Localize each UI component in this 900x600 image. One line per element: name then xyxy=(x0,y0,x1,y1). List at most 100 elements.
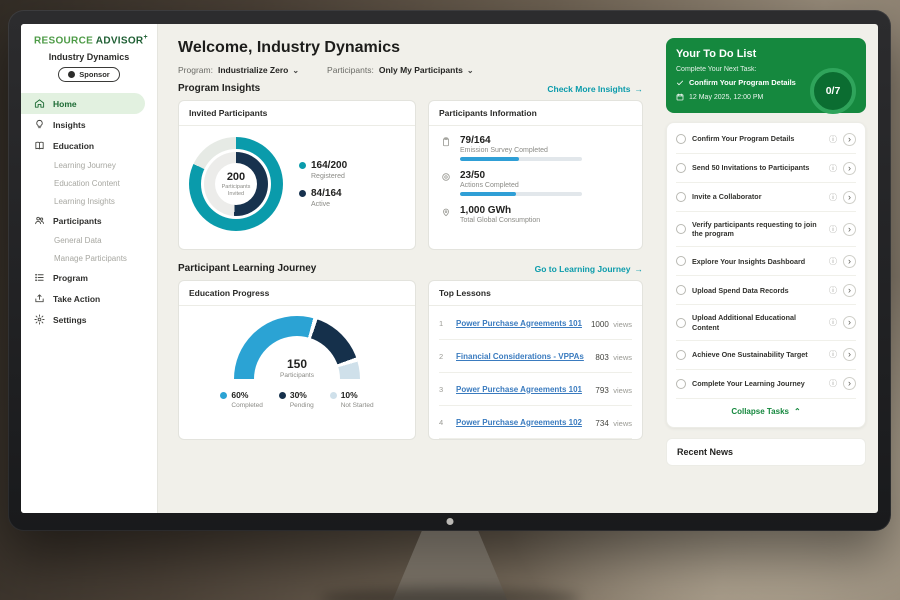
task-label: Verify participants requesting to join t… xyxy=(692,220,823,239)
chevron-right-icon[interactable]: › xyxy=(843,133,856,146)
sidebar-item-education-content[interactable]: Education Content xyxy=(21,174,157,192)
info-icon[interactable]: ⓘ xyxy=(829,349,837,360)
sidebar-item-education[interactable]: Education xyxy=(21,135,157,156)
info-icon[interactable]: ⓘ xyxy=(829,317,837,328)
lesson-views-word: views xyxy=(613,320,632,329)
todo-task[interactable]: Upload Additional Educational Content ⓘ … xyxy=(676,305,856,340)
arrow-right-icon: → xyxy=(635,264,644,274)
lesson-views-count: 734 xyxy=(595,419,608,428)
clipboard-icon xyxy=(441,137,451,147)
gauge-center-value: 150 xyxy=(287,357,307,371)
chevron-right-icon[interactable]: › xyxy=(843,191,856,204)
sidebar-item-insights[interactable]: Insights xyxy=(21,114,157,135)
todo-task[interactable]: Upload Spend Data Records ⓘ › xyxy=(676,276,856,305)
app-logo[interactable]: RESOURCE ADVISOR+ xyxy=(21,34,157,50)
todo-next-task[interactable]: Confirm Your Program Details xyxy=(676,78,806,87)
lesson-views-word: views xyxy=(613,386,632,395)
donut-center-value: 200 xyxy=(227,171,245,183)
todo-task[interactable]: Verify participants requesting to join t… xyxy=(676,212,856,247)
task-checkbox[interactable] xyxy=(676,192,686,202)
info-row-survey: 79/164 Emission Survey Completed xyxy=(441,135,630,161)
location-pin-icon xyxy=(441,207,451,217)
task-checkbox[interactable] xyxy=(676,163,686,173)
section-title: Program Insights xyxy=(178,83,260,94)
sidebar-item-learning-journey[interactable]: Learning Journey xyxy=(21,156,157,174)
todo-progress-value: 0/7 xyxy=(826,85,841,97)
donut-center: 200 Participants Invited xyxy=(215,163,257,205)
go-to-learning-journey-link[interactable]: Go to Learning Journey → xyxy=(535,264,643,274)
main-content: Welcome, Industry Dynamics Program: Indu… xyxy=(158,24,656,513)
sidebar-item-label: Home xyxy=(53,99,77,109)
task-label: Upload Additional Educational Content xyxy=(692,313,823,332)
todo-task[interactable]: Invite a Collaborator ⓘ › xyxy=(676,183,856,212)
info-icon[interactable]: ⓘ xyxy=(829,192,837,203)
info-icon[interactable]: ⓘ xyxy=(829,256,837,267)
task-checkbox[interactable] xyxy=(676,379,686,389)
card-title: Top Lessons xyxy=(429,281,642,306)
collapse-tasks-link[interactable]: Collapse Tasks ⌃ xyxy=(676,399,856,425)
info-icon[interactable]: ⓘ xyxy=(829,163,837,174)
todo-task[interactable]: Explore Your Insights Dashboard ⓘ › xyxy=(676,247,856,276)
sidebar-item-participants[interactable]: Participants xyxy=(21,210,157,231)
participants-filter-value: Only My Participants xyxy=(379,65,463,75)
info-icon[interactable]: ⓘ xyxy=(829,378,837,389)
calendar-icon xyxy=(676,93,684,101)
lesson-link[interactable]: Power Purchase Agreements 101 xyxy=(456,319,582,328)
sidebar-item-home[interactable]: Home xyxy=(21,93,145,114)
gauge-center-label: Participants xyxy=(280,372,314,379)
gear-icon xyxy=(34,314,45,325)
chevron-right-icon[interactable]: › xyxy=(843,377,856,390)
legend-dot xyxy=(299,162,306,169)
program-insights-section-header: Program Insights Check More Insights → xyxy=(178,83,643,94)
chevron-right-icon[interactable]: › xyxy=(843,255,856,268)
sidebar-item-program[interactable]: Program xyxy=(21,267,157,288)
lesson-link[interactable]: Power Purchase Agreements 101 xyxy=(456,385,586,394)
chevron-right-icon[interactable]: › xyxy=(843,223,856,236)
chevron-right-icon[interactable]: › xyxy=(843,284,856,297)
section-title: Participant Learning Journey xyxy=(178,263,316,274)
invited-participants-body: 200 Participants Invited 164/200 xyxy=(179,126,415,242)
task-checkbox[interactable] xyxy=(676,134,686,144)
todo-task[interactable]: Send 50 Invitations to Participants ⓘ › xyxy=(676,154,856,183)
chevron-right-icon[interactable]: › xyxy=(843,348,856,361)
sidebar-item-manage-participants[interactable]: Manage Participants xyxy=(21,249,157,267)
legend-label: Registered xyxy=(311,173,347,180)
sidebar-item-settings[interactable]: Settings xyxy=(21,309,157,330)
task-checkbox[interactable] xyxy=(676,318,686,328)
monitor-power-light[interactable] xyxy=(446,518,453,525)
lesson-row: 1 Power Purchase Agreements 101 1000 vie… xyxy=(439,307,632,340)
task-checkbox[interactable] xyxy=(676,224,686,234)
task-checkbox[interactable] xyxy=(676,350,686,360)
todo-task[interactable]: Complete Your Learning Journey ⓘ › xyxy=(676,370,856,399)
todo-task[interactable]: Achieve One Sustainability Target ⓘ › xyxy=(676,341,856,370)
filter-bar: Program: Industrialize Zero ⌄ Participan… xyxy=(178,65,643,75)
todo-tasks-card: Confirm Your Program Details ⓘ › Send 50… xyxy=(666,122,866,428)
lesson-link[interactable]: Power Purchase Agreements 102 xyxy=(456,418,586,427)
chevron-right-icon[interactable]: › xyxy=(843,316,856,329)
recent-news-header[interactable]: Recent News xyxy=(666,438,866,466)
lesson-rank: 3 xyxy=(439,385,447,394)
logo-text-primary: RESOURCE xyxy=(34,35,93,46)
info-icon[interactable]: ⓘ xyxy=(829,134,837,145)
donut-legend: 164/200 Registered 84/164 Active xyxy=(299,152,347,216)
sidebar-item-learning-insights[interactable]: Learning Insights xyxy=(21,192,157,210)
chevron-right-icon[interactable]: › xyxy=(843,162,856,175)
sponsor-badge[interactable]: Sponsor xyxy=(58,67,119,82)
todo-task[interactable]: Confirm Your Program Details ⓘ › xyxy=(676,125,856,154)
program-filter-select[interactable]: Industrialize Zero ⌄ xyxy=(218,65,299,75)
sidebar-item-general-data[interactable]: General Data xyxy=(21,231,157,249)
monitor: RESOURCE ADVISOR+ Industry Dynamics Spon… xyxy=(8,10,891,531)
info-icon[interactable]: ⓘ xyxy=(829,285,837,296)
task-checkbox[interactable] xyxy=(676,256,686,266)
info-icon[interactable]: ⓘ xyxy=(829,224,837,235)
progress-bar xyxy=(460,157,582,161)
lesson-link[interactable]: Financial Considerations - VPPAs xyxy=(456,352,586,361)
legend-item-completed: 60% Completed xyxy=(220,390,262,409)
sidebar-item-take-action[interactable]: Take Action xyxy=(21,288,157,309)
progress-fill xyxy=(460,157,519,161)
stat-label: Emission Survey Completed xyxy=(460,147,582,154)
logo-text-secondary: ADVISOR xyxy=(96,35,144,46)
task-checkbox[interactable] xyxy=(676,285,686,295)
check-more-insights-link[interactable]: Check More Insights → xyxy=(547,84,643,94)
participants-filter-select[interactable]: Only My Participants ⌄ xyxy=(379,65,474,75)
